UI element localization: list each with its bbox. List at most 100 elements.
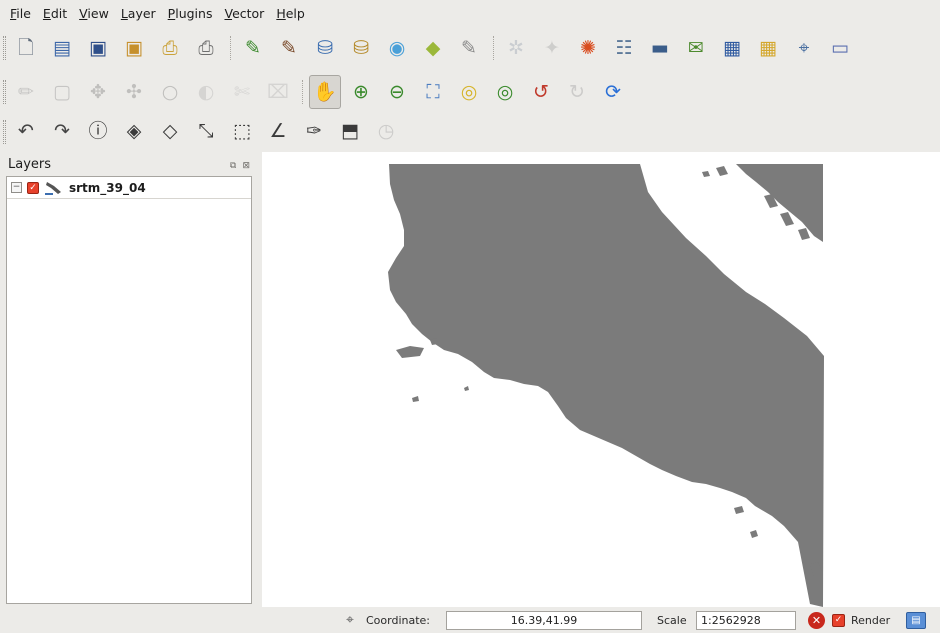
add-island-button[interactable]: ◐ <box>190 75 222 109</box>
measure-area-button[interactable]: ⬚ <box>226 114 258 148</box>
toggle-editing-button[interactable]: ✏ <box>10 75 42 109</box>
node-tool-button[interactable]: ✣ <box>118 75 150 109</box>
scale-bar-button[interactable]: ▬ <box>644 31 676 65</box>
new-bookmark-button[interactable]: ⬒ <box>334 114 366 148</box>
zoom-full-button[interactable]: ⛶ <box>417 75 449 109</box>
menu-file[interactable]: File <box>4 6 37 21</box>
print-button[interactable]: ⎙ <box>190 31 222 65</box>
text-label-button[interactable]: ▭ <box>824 31 856 65</box>
menu-vector[interactable]: Vector <box>218 6 270 21</box>
close-panel-icon[interactable]: ⊠ <box>242 161 250 171</box>
split-features-button[interactable]: ✄ <box>226 75 258 109</box>
new-project-button[interactable]: 🗋 <box>10 31 42 65</box>
zoom-next-button[interactable]: ↻ <box>561 75 593 109</box>
add-vector-layer-button[interactable]: ✎ <box>237 31 269 65</box>
zoom-next-icon: ↻ <box>569 80 585 103</box>
status-bar: ⌖ Coordinate: Scale ✕ ✓ Render ▤ <box>0 609 940 633</box>
layers-panel: Layers ⧉ ⊠ − ✓ srtm_39_04 <box>0 152 256 607</box>
undo-button[interactable]: ↶ <box>10 114 42 148</box>
render-label: Render <box>851 614 891 627</box>
redo-button[interactable]: ↷ <box>46 114 78 148</box>
raster-plugin-button[interactable]: ▦ <box>752 31 784 65</box>
coordinate-capture-icon[interactable]: ⌖ <box>341 612 359 630</box>
toggle-editing-icon: ✏ <box>18 80 34 103</box>
save-project-as-button[interactable]: ▣ <box>118 31 150 65</box>
save-edits-button[interactable]: ▢ <box>46 75 78 109</box>
remove-layer-button[interactable]: ✲ <box>500 31 532 65</box>
print-composer-button[interactable]: ⎙ <box>154 31 186 65</box>
move-feature-button[interactable]: ✥ <box>82 75 114 109</box>
identify-plugin-button[interactable]: ✦ <box>536 31 568 65</box>
map-render <box>262 152 940 607</box>
layer-name: srtm_39_04 <box>69 180 146 195</box>
layer-visibility-checkbox[interactable]: ✓ <box>27 181 39 194</box>
raster-layer-icon <box>45 180 63 195</box>
map-tips-icon: ✑ <box>306 119 322 142</box>
add-ring-button[interactable]: ○ <box>154 75 186 109</box>
zoom-to-selection-button[interactable]: ◎ <box>453 75 485 109</box>
zoom-last-button[interactable]: ↺ <box>525 75 557 109</box>
annotation-button[interactable]: ✉ <box>680 31 712 65</box>
menu-help[interactable]: Help <box>270 6 311 21</box>
print-icon: ⎙ <box>198 36 214 59</box>
add-spatialite-layer-button[interactable]: ⛁ <box>345 31 377 65</box>
toolbar-grip[interactable] <box>3 80 6 104</box>
open-project-button[interactable]: ▤ <box>46 31 78 65</box>
add-raster-layer-icon: ✎ <box>281 36 297 59</box>
add-raster-layer-button[interactable]: ✎ <box>273 31 305 65</box>
scale-field[interactable] <box>696 611 796 630</box>
measure-line-button[interactable]: ⤡ <box>190 114 222 148</box>
file-toolbar: 🗋 ▤ ▣ ▣ ⎙ ⎙ ✎ ✎ ⛁ ⛁ ◉ ◆ ✎ ✲ ✦ ✺ ☷ ▬ ✉ ▦ ▦ ⌖ ▭ <box>0 28 940 68</box>
show-bookmarks-icon: ◷ <box>377 119 395 142</box>
float-panel-icon[interactable]: ⧉ <box>230 161 236 171</box>
zoom-out-button[interactable]: ⊖ <box>381 75 413 109</box>
collapse-icon[interactable]: − <box>11 182 22 193</box>
stop-render-icon[interactable]: ✕ <box>808 612 825 629</box>
mapserver-export-button[interactable]: ✺ <box>572 31 604 65</box>
new-vector-layer-button[interactable]: ✎ <box>453 31 485 65</box>
delete-selected-button[interactable]: ⌧ <box>262 75 294 109</box>
add-wfs-layer-button[interactable]: ◆ <box>417 31 449 65</box>
menu-view[interactable]: View <box>73 6 115 21</box>
text-label-icon: ▭ <box>831 36 849 59</box>
select-features-button[interactable]: ◈ <box>118 114 150 148</box>
add-wfs-layer-icon: ◆ <box>425 36 441 59</box>
add-postgis-layer-button[interactable]: ⛁ <box>309 31 341 65</box>
show-bookmarks-button[interactable]: ◷ <box>370 114 402 148</box>
toolbar-grip[interactable] <box>3 36 6 60</box>
save-project-button[interactable]: ▣ <box>82 31 114 65</box>
zoom-in-button[interactable]: ⊕ <box>345 75 377 109</box>
add-wms-layer-icon: ◉ <box>388 36 406 59</box>
toolbar-grip[interactable] <box>3 120 6 144</box>
layers-tree[interactable]: − ✓ srtm_39_04 <box>6 176 252 604</box>
refresh-button[interactable]: ⟳ <box>597 75 629 109</box>
zoom-to-layer-button[interactable]: ◎ <box>489 75 521 109</box>
move-feature-icon: ✥ <box>90 80 106 103</box>
map-tips-button[interactable]: ✑ <box>298 114 330 148</box>
map-canvas[interactable] <box>262 152 940 607</box>
menu-layer[interactable]: Layer <box>115 6 162 21</box>
render-checkbox[interactable]: ✓ <box>832 614 845 627</box>
add-wms-layer-button[interactable]: ◉ <box>381 31 413 65</box>
georeferencer-button[interactable]: ⌖ <box>788 31 820 65</box>
raster-calculator-button[interactable]: ▦ <box>716 31 748 65</box>
add-ring-icon: ○ <box>161 80 179 103</box>
menu-plugins[interactable]: Plugins <box>162 6 219 21</box>
identify-features-button[interactable]: ⓘ <box>82 114 114 148</box>
print-composer-icon: ⎙ <box>162 36 178 59</box>
menu-bar: File Edit View Layer Plugins Vector Help <box>0 0 940 26</box>
coordinate-field[interactable] <box>446 611 642 630</box>
split-features-icon: ✄ <box>234 80 250 103</box>
measure-angle-button[interactable]: ∠ <box>262 114 294 148</box>
delete-selected-icon: ⌧ <box>267 80 289 103</box>
deselect-features-button[interactable]: ◇ <box>154 114 186 148</box>
attribute-table-button[interactable]: ☷ <box>608 31 640 65</box>
identify-plugin-icon: ✦ <box>544 36 560 59</box>
layer-row[interactable]: − ✓ srtm_39_04 <box>7 177 251 199</box>
menu-edit[interactable]: Edit <box>37 6 73 21</box>
mapserver-export-icon: ✺ <box>580 36 596 59</box>
add-island-icon: ◐ <box>197 80 215 103</box>
message-log-icon[interactable]: ▤ <box>906 612 926 629</box>
pan-button[interactable]: ✋ <box>309 75 341 109</box>
zoom-in-icon: ⊕ <box>353 80 369 103</box>
